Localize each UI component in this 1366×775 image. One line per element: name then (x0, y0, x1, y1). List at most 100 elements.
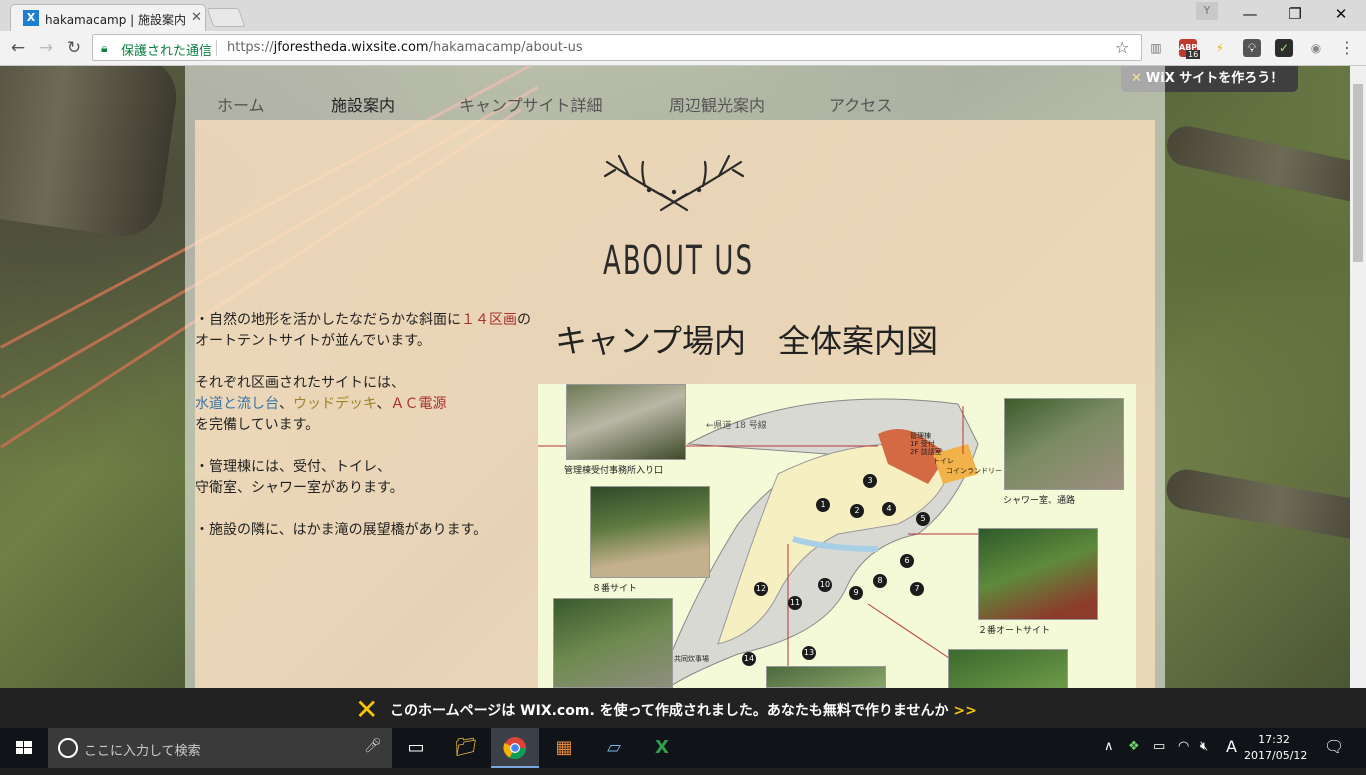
close-window-button[interactable]: ✕ (1318, 0, 1364, 28)
clock-time: 17:32 (1258, 733, 1290, 746)
url-path: /hakamacamp/about-us (428, 40, 583, 55)
wix-footer-banner[interactable]: ✕ このホームページは WIX.com. を使って作成されました。あなたも無料で… (0, 688, 1366, 728)
ime-indicator[interactable]: A (1226, 737, 1237, 756)
url-host: jforestheda.wixsite.com (273, 40, 429, 55)
wix-footer-message[interactable]: このホームページは WIX.com. を使って作成されました。あなたも無料で作り… (390, 700, 977, 720)
volume-muted-icon[interactable]: 🔇︎ (1200, 739, 1208, 754)
page-scrollbar[interactable] (1350, 66, 1366, 728)
menu-icon[interactable]: ⋮ (1338, 39, 1356, 57)
wix-footer-arrow: >> (953, 703, 977, 719)
desc-highlight-water: 水道と流し台 (195, 396, 279, 412)
start-button[interactable] (0, 728, 48, 768)
tree-branch-right-2 (1163, 466, 1350, 546)
site-marker-5[interactable]: 5 (916, 512, 930, 526)
restore-button[interactable]: ❐ (1272, 0, 1318, 28)
kitchen-label: 共同炊事場 (674, 655, 709, 663)
desc-text: 、 (376, 396, 391, 412)
desc-text: ・自然の地形を活かしたなだらかな斜面に (195, 312, 461, 328)
site-marker-12[interactable]: 12 (754, 582, 768, 596)
office-entrance-photo (566, 384, 686, 460)
tab-title: hakamacamp | 施設案内 (45, 13, 187, 27)
reload-icon[interactable]: ↻ (62, 36, 86, 60)
site-marker-6[interactable]: 6 (900, 554, 914, 568)
site-nav: ホーム 施設案内 キャンプサイト詳細 周辺観光案内 アクセス (185, 66, 1165, 120)
profile-button[interactable]: Y (1196, 2, 1218, 20)
campground-map-image[interactable]: 管理棟受付事務所入り口 ８番サイト シャワー室、通路 ２番オートサイト ←県道 … (538, 384, 1136, 688)
excel-icon[interactable]: X (638, 728, 686, 768)
shower-photo (1004, 398, 1124, 490)
notepad-icon[interactable]: ▱ (590, 728, 638, 768)
antler-ornament-icon (603, 154, 745, 212)
road-label: ←県道 18 号線 (706, 421, 767, 431)
tab-close-icon[interactable]: ✕ (191, 10, 202, 25)
desc-text: の (517, 312, 531, 328)
url-scheme: https:// (227, 40, 274, 55)
nav-access[interactable]: アクセス (829, 92, 892, 116)
desc-highlight-deck: ウッドデッキ (293, 396, 377, 412)
url-text[interactable]: https://jforestheda.wixsite.com/hakamaca… (227, 40, 583, 55)
toilet-label: トイレ (933, 457, 954, 465)
circle-extension-icon[interactable]: ◉ (1307, 39, 1325, 57)
desc-line-8: ・施設の隣に、はかま滝の展望橋があります。 (195, 522, 488, 538)
taskbar-search[interactable]: ここに入力して検索 🎤︎ (48, 728, 392, 768)
minimize-button[interactable]: — (1227, 0, 1273, 28)
shower-caption: シャワー室、通路 (1003, 496, 1076, 506)
site-marker-4[interactable]: 4 (882, 502, 896, 516)
file-explorer-icon[interactable]: 📁︎ (442, 728, 490, 768)
check-extension-icon[interactable]: ✓ (1275, 39, 1293, 57)
lightning-extension-icon[interactable]: ⚡ (1211, 39, 1229, 57)
tray-expand-icon[interactable]: ∧ (1104, 739, 1114, 754)
desc-line-6: ・管理棟には、受付、トイレ、 (195, 459, 391, 475)
dropbox-tray-icon[interactable]: ❖ (1128, 739, 1140, 754)
new-tab-button[interactable] (206, 8, 246, 27)
scrollbar-thumb[interactable] (1353, 84, 1363, 262)
site-marker-13[interactable]: 13 (802, 646, 816, 660)
lightbulb-extension-icon[interactable]: 💡︎ (1243, 39, 1261, 57)
wix-cta-label: WiX サイトを作ろう！ (1145, 71, 1284, 86)
bookmark-star-icon[interactable]: ☆ (1115, 38, 1129, 57)
forward-icon[interactable]: → (34, 36, 58, 60)
secure-label[interactable]: 保護された通信 (121, 40, 212, 59)
lock-icon[interactable]: 🔒︎ (101, 41, 107, 56)
wifi-icon[interactable]: ◠ (1178, 739, 1189, 754)
address-bar[interactable]: 🔒︎ 保護された通信 https://jforestheda.wixsite.c… (92, 34, 1142, 61)
browser-tab[interactable]: X hakamacamp | 施設案内 ✕ (10, 4, 206, 31)
taskbar-clock[interactable]: 17:32 2017/05/12 (1244, 732, 1307, 764)
library-extension-icon[interactable]: ▥ (1147, 39, 1165, 57)
action-center-icon[interactable]: 🗨︎ (1324, 737, 1344, 756)
site-marker-2[interactable]: 2 (850, 504, 864, 518)
desc-line-7: 守衛室、シャワー室があります。 (195, 480, 404, 496)
site-marker-8[interactable]: 8 (873, 574, 887, 588)
nav-facilities[interactable]: 施設案内 (331, 92, 395, 116)
map-heading: キャンプ場内 全体案内図 (555, 322, 939, 360)
back-icon[interactable]: ← (6, 36, 30, 60)
battery-icon[interactable]: ▭ (1153, 739, 1165, 754)
nav-campsite-details[interactable]: キャンプサイト詳細 (459, 92, 603, 116)
nav-sightseeing[interactable]: 周辺観光案内 (669, 92, 765, 116)
windows-taskbar: ここに入力して検索 🎤︎ ▭ 📁︎ ▦ ▱ X ∧ ❖ ▭ ◠ 🔇︎ A 17:… (0, 728, 1366, 768)
chrome-taskbar-icon[interactable] (491, 728, 539, 768)
site-marker-11[interactable]: 11 (788, 596, 802, 610)
site-8-photo (590, 486, 710, 578)
site-marker-1[interactable]: 1 (816, 498, 830, 512)
desc-text: 、 (279, 396, 293, 412)
desc-line-1: ・自然の地形を活かしたなだらかな斜面に１４区画の (195, 309, 531, 329)
site-marker-7[interactable]: 7 (910, 582, 924, 596)
nav-home[interactable]: ホーム (217, 92, 265, 116)
browser-titlebar: X hakamacamp | 施設案内 ✕ Y — ❐ ✕ (0, 0, 1366, 31)
site-8-caption: ８番サイト (592, 584, 638, 594)
site-2-photo (978, 528, 1098, 620)
wix-footer-text: このホームページは WIX.com. を使って作成されました。あなたも無料で作り… (390, 703, 949, 719)
site-marker-14[interactable]: 14 (742, 652, 756, 666)
site-marker-3[interactable]: 3 (863, 474, 877, 488)
tree-branch-right (1163, 122, 1350, 210)
desc-line-4: 水道と流し台、ウッドデッキ、ＡＣ電源 (195, 393, 446, 413)
photo-app-icon[interactable]: ▦ (540, 728, 588, 768)
task-view-icon[interactable]: ▭ (392, 728, 440, 768)
desc-highlight-sites: １４区画 (461, 312, 517, 328)
site-marker-9[interactable]: 9 (849, 586, 863, 600)
desc-line-3: それぞれ区画されたサイトには、 (195, 375, 405, 391)
webpage-viewport: ✕WiX サイトを作ろう！ ホーム 施設案内 キャンプサイト詳細 周辺観光案内 … (0, 66, 1350, 688)
microphone-icon[interactable]: 🎤︎ (364, 738, 382, 754)
site-marker-10[interactable]: 10 (818, 578, 832, 592)
